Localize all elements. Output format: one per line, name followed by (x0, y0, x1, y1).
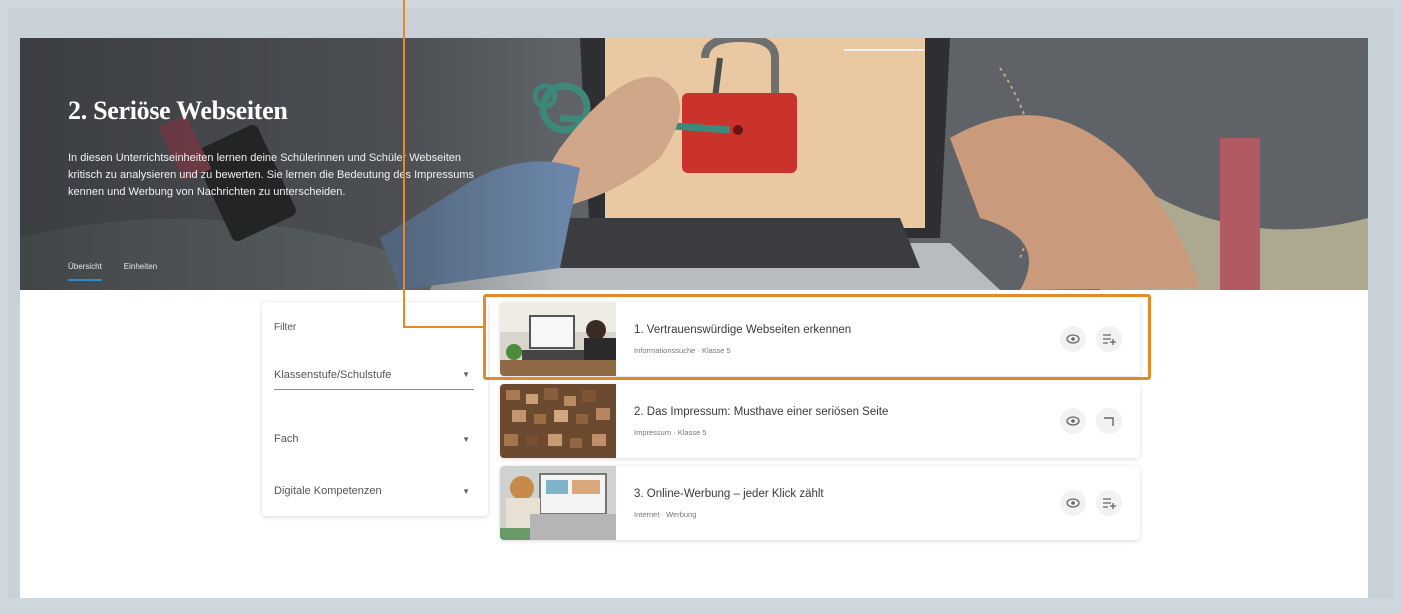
lesson-thumbnail (500, 466, 616, 540)
callout-line-horizontal (403, 326, 485, 328)
lesson-actions (1060, 490, 1122, 516)
add-to-list-button[interactable] (1096, 490, 1122, 516)
chevron-down-icon: ▼ (462, 370, 470, 379)
digital-skills-select[interactable]: Digitale Kompetenzen ▼ (274, 476, 474, 506)
chevron-down-icon: ▼ (462, 434, 470, 444)
lesson-tags: Impressum · Klasse 5 (634, 428, 707, 437)
lesson-actions (1060, 408, 1122, 434)
hero-banner: 2. Seriöse Webseiten In diesen Unterrich… (20, 38, 1368, 290)
chevron-down-icon: ▼ (462, 486, 470, 496)
playlist-check-icon (1104, 417, 1114, 426)
preview-button[interactable] (1060, 490, 1086, 516)
subject-select-label: Fach (274, 433, 299, 445)
lesson-title[interactable]: 2. Das Impressum: Musthave einer seriöse… (634, 406, 888, 418)
grade-level-select[interactable]: Klassenstufe/Schulstufe ▼ (274, 360, 474, 390)
digital-skills-select-label: Digitale Kompetenzen (274, 485, 382, 497)
preview-button[interactable] (1060, 408, 1086, 434)
eye-icon (1066, 498, 1080, 508)
subject-select[interactable]: Fach ▼ (274, 424, 474, 454)
hero-top-accent (844, 49, 924, 51)
lesson-card-3[interactable]: 3. Online-Werbung – jeder Klick zählt In… (500, 466, 1140, 540)
added-to-list-button[interactable] (1096, 408, 1122, 434)
tab-overview[interactable]: Übersicht (68, 262, 102, 281)
lesson-title[interactable]: 3. Online-Werbung – jeder Klick zählt (634, 488, 824, 500)
callout-line-vertical (403, 0, 405, 328)
hero-tabs: Übersicht Einheiten (68, 262, 157, 281)
highlight-box (483, 294, 1151, 380)
lesson-thumbnail (500, 384, 616, 458)
eye-icon (1066, 416, 1080, 426)
grade-level-select-label: Klassenstufe/Schulstufe (274, 368, 392, 381)
page-title: 2. Seriöse Webseiten (68, 96, 288, 125)
filter-label: Filter (274, 322, 297, 333)
page-description: In diesen Unterrichtseinheiten lernen de… (68, 152, 475, 198)
playlist-add-icon (1103, 498, 1116, 509)
lesson-card-2[interactable]: 2. Das Impressum: Musthave einer seriöse… (500, 384, 1140, 458)
filter-panel: Filter Klassenstufe/Schulstufe ▼ Fach ▼ … (262, 302, 488, 516)
tab-units[interactable]: Einheiten (124, 262, 157, 281)
lesson-tags: Internet · Werbung (634, 510, 697, 519)
